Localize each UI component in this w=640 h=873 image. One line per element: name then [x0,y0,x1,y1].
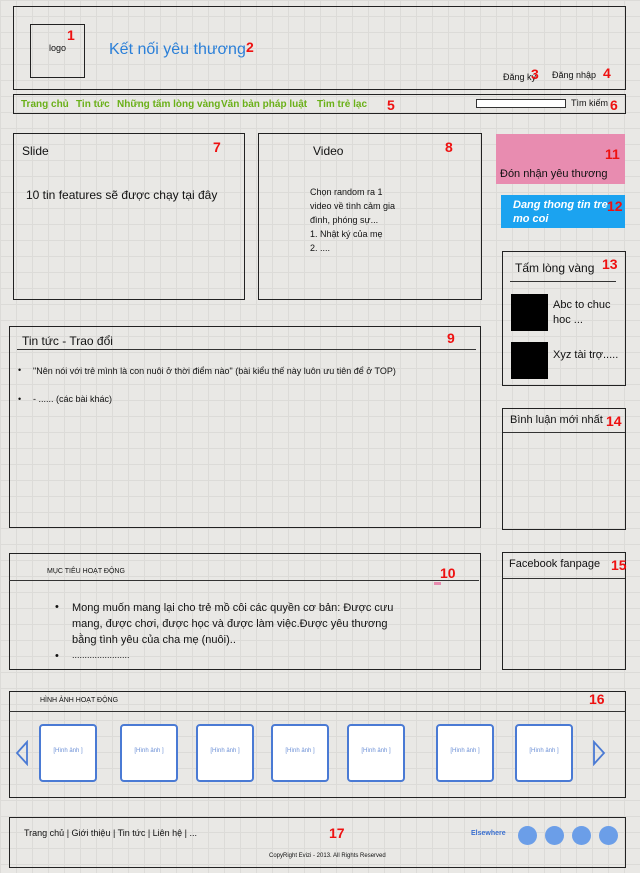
latest-comments-title: Bình luận mới nhất [510,414,603,426]
gallery-title: HÌNH ẢNH HOẠT ĐỘNG [40,697,119,704]
video-line-5[interactable]: 2. .... [310,243,330,253]
nav-item-golden-hearts[interactable]: Những tấm lòng vàng [117,99,220,110]
marker-15: 15 [611,557,627,573]
login-link[interactable]: Đăng nhập [552,70,596,80]
marker-6: 6 [610,97,618,113]
marker-4: 4 [603,65,611,81]
gallery-divider [9,711,626,712]
copyright: CopyRight Evizi - 2013. All Rights Reser… [269,853,386,859]
gallery-image[interactable]: [Hình ảnh ] [271,724,329,782]
news-title: Tin tức - Trao đổi [22,334,113,348]
social-icon[interactable] [518,826,537,845]
facebook-divider [503,578,625,579]
goals-title: MỤC TIÊU HOẠT ĐỘNG [47,568,125,575]
nav-item-legal-docs[interactable]: Văn bản pháp luật [221,99,307,110]
marker-13: 13 [602,256,618,272]
marker-11: 11 [605,146,620,162]
footer-links[interactable]: Trang chủ | Giới thiệu | Tin tức | Liên … [24,828,197,838]
gallery-image[interactable]: [Hình ảnh ] [515,724,573,782]
slide-body: 10 tin features sẽ được chạy tại đây [26,188,218,202]
chevron-left-icon[interactable] [14,740,30,766]
marker-9: 9 [447,330,455,346]
slide-title: Slide [22,144,49,158]
gallery-image[interactable]: [Hình ảnh ] [347,724,405,782]
video-title: Video [313,144,344,158]
golden-hearts-title: Tấm lòng vàng [515,261,595,275]
marker-10: 10 [440,565,456,581]
social-icon[interactable] [572,826,591,845]
pink-mark [434,582,441,585]
nav-item-home[interactable]: Trang chủ [21,99,69,110]
gallery-image[interactable]: [Hình ảnh ] [120,724,178,782]
search-input[interactable] [476,99,566,108]
marker-7: 7 [213,139,221,155]
donor-avatar [511,294,548,331]
marker-17: 17 [329,825,345,841]
donor-item-1[interactable]: Abc to chuc hoc ... [553,298,623,328]
receive-love-label: Đón nhận yêu thương [500,168,608,180]
site-title: Kết nối yêu thương [109,41,246,58]
news-divider [17,349,476,350]
search-button[interactable]: Tìm kiếm [571,98,608,108]
video-line-3: đình, phóng sự... [310,215,379,225]
elsewhere-label: Elsewhere [471,830,506,837]
nav-item-news[interactable]: Tin tức [76,99,110,110]
logo-text: logo [48,43,66,53]
marker-14: 14 [606,413,622,429]
news-item-2[interactable]: - ...... (các bài khác) [33,394,112,404]
goals-item-1: Mong muốn mang lại cho trẻ mồ côi các qu… [72,602,394,646]
marker-12: 12 [607,198,623,214]
golden-hearts-divider [510,281,616,282]
nav-item-find-lost-child[interactable]: Tìm trẻ lạc [317,99,367,110]
social-icon[interactable] [545,826,564,845]
video-line-1: Chọn random ra 1 [310,187,383,197]
gallery-image[interactable]: [Hình ảnh ] [196,724,254,782]
latest-comments-divider [503,432,625,433]
bullet: • [55,650,59,662]
bullet: • [18,365,22,375]
orphan-info-label: Dang thong tin tre mo coi [513,199,608,225]
marker-8: 8 [445,139,453,155]
marker-16: 16 [589,691,605,707]
news-item-1[interactable]: "Nên nói với trẻ mình là con nuôi ở thời… [33,365,466,378]
donor-avatar [511,342,548,379]
chevron-right-icon[interactable] [591,740,607,766]
marker-5: 5 [387,97,395,113]
news-panel [9,326,481,528]
donor-item-2[interactable]: Xyz tài trợ..... [553,349,618,361]
social-icon[interactable] [599,826,618,845]
marker-1: 1 [67,27,75,43]
bullet: • [18,394,22,404]
facebook-title: Facebook fanpage [509,558,601,570]
gallery-image[interactable]: [Hình ảnh ] [436,724,494,782]
gallery-image[interactable]: [Hình ảnh ] [39,724,97,782]
goals-item-2: ....................... [72,650,130,660]
logo[interactable]: logo [30,24,85,78]
video-line-4[interactable]: 1. Nhật ký của mẹ [310,229,383,239]
video-line-2: video về tình cảm gia [310,201,396,211]
marker-2: 2 [246,39,254,55]
marker-3: 3 [531,66,539,82]
bullet: • [55,601,59,613]
goals-divider [9,580,479,581]
slide-panel[interactable] [13,133,245,300]
